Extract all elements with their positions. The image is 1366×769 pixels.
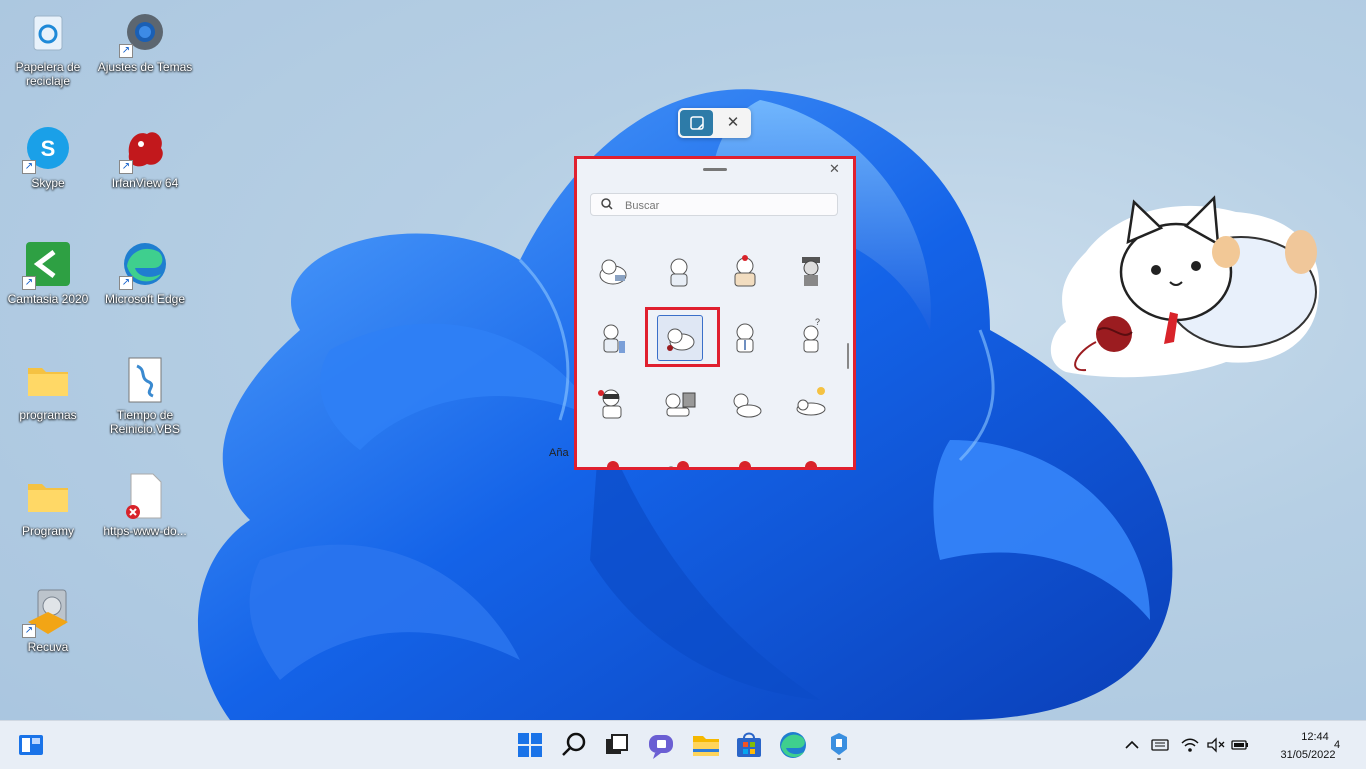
shortcut-arrow-icon: ↗ — [22, 160, 36, 174]
partial-label: Aña — [549, 447, 569, 459]
recycle-bin-icon — [24, 8, 72, 56]
svg-text:?: ? — [815, 317, 820, 327]
desktop-icon-label: Recuva — [27, 640, 69, 654]
edge-icon — [780, 732, 806, 758]
chat-icon — [649, 735, 673, 759]
chat-button[interactable] — [645, 729, 677, 761]
svg-text:S: S — [41, 136, 56, 161]
gear-icon: ↗ — [119, 8, 169, 58]
store-icon — [737, 732, 761, 757]
desktop-icon-recycle-bin[interactable]: Papelera de reciclaje — [0, 8, 96, 88]
desktop-icon-theme-settings[interactable]: ↗ Ajustes de Temas — [97, 8, 193, 74]
desktop-icon-label: Skype — [31, 176, 65, 190]
desktop-icon-broken-file[interactable]: https-www-do... — [97, 472, 193, 538]
task-view-icon — [606, 734, 628, 754]
taskbar: 12:44 31/05/2022 4 — [0, 720, 1366, 769]
desktop-icon-irfanview[interactable]: ↗ IrfanView 64 — [97, 124, 193, 190]
file-explorer-button[interactable] — [690, 729, 722, 761]
taskbar-search-button[interactable] — [558, 729, 590, 761]
folder-icon — [24, 472, 72, 520]
skype-icon: S ↗ — [22, 124, 72, 174]
folder-icon — [24, 356, 72, 404]
sticker-item[interactable] — [789, 447, 833, 467]
picker-close-button[interactable]: ✕ — [829, 161, 840, 177]
sticker-app-button[interactable] — [823, 729, 855, 761]
broken-file-icon — [121, 472, 169, 520]
camtasia-icon: ↗ — [22, 240, 72, 290]
shortcut-arrow-icon: ↗ — [22, 276, 36, 290]
sticker-item[interactable] — [789, 381, 833, 425]
file-explorer-icon — [693, 736, 719, 756]
task-view-button[interactable] — [601, 729, 633, 761]
desktop-icon-label: Papelera de reciclaje — [15, 60, 81, 88]
sticker-search-box[interactable] — [590, 193, 838, 216]
desktop-icon-label: IrfanView 64 — [111, 176, 179, 190]
cat-sticker-image[interactable] — [1046, 192, 1326, 382]
search-icon — [601, 198, 613, 210]
desktop-icon-label: Ajustes de Temas — [97, 60, 193, 74]
desktop-icon-edge[interactable]: ↗ Microsoft Edge — [97, 240, 193, 306]
sticker-item[interactable] — [657, 381, 701, 425]
sticker-item[interactable] — [723, 249, 767, 293]
wifi-icon[interactable] — [1180, 736, 1200, 754]
desktop-icon-label: Programy — [21, 524, 74, 538]
sticker-button[interactable] — [680, 110, 713, 136]
recuva-icon: ↗ — [22, 588, 72, 638]
sticker-toolbar-close-button[interactable]: ✕ — [719, 112, 747, 134]
sticker-item[interactable] — [591, 447, 635, 467]
edge-taskbar-button[interactable] — [777, 729, 809, 761]
desktop-icon-programas[interactable]: programas — [0, 356, 96, 422]
desktop-icon-vbs-script[interactable]: Tiempo de Reinicio.VBS — [97, 356, 193, 436]
store-button[interactable] — [733, 729, 765, 761]
sticker-item[interactable]: ? — [789, 315, 833, 359]
drag-handle[interactable] — [703, 168, 727, 171]
battery-icon[interactable] — [1230, 736, 1250, 754]
clock-date[interactable]: 31/05/2022 — [1258, 749, 1358, 761]
desktop-icon-camtasia[interactable]: ↗ Camtasia 2020 — [0, 240, 96, 306]
widgets-button[interactable] — [15, 729, 47, 761]
sticker-toolbar: ✕ — [678, 108, 751, 138]
shortcut-arrow-icon: ↗ — [119, 276, 133, 290]
sticker-item[interactable] — [657, 447, 701, 467]
picker-scrollbar[interactable] — [847, 343, 849, 369]
keyboard-icon[interactable] — [1150, 736, 1170, 754]
desktop-icon-skype[interactable]: S ↗ Skype — [0, 124, 96, 190]
vbs-script-icon — [121, 356, 169, 404]
shortcut-arrow-icon: ↗ — [119, 160, 133, 174]
search-icon — [562, 732, 586, 756]
desktop-icon-label: Microsoft Edge — [104, 292, 186, 306]
sticker-item[interactable] — [591, 249, 635, 293]
irfanview-icon: ↗ — [119, 124, 169, 174]
desktop-icon-label: Camtasia 2020 — [7, 292, 89, 306]
sticker-item[interactable] — [657, 249, 701, 293]
desktop-icon-label: https-www-do... — [103, 524, 187, 538]
shortcut-arrow-icon: ↗ — [119, 44, 133, 58]
desktop-icon-label: programas — [19, 408, 77, 422]
desktop-icon-programy[interactable]: Programy — [0, 472, 96, 538]
sticker-item[interactable] — [723, 381, 767, 425]
sticker-item[interactable] — [723, 315, 767, 359]
notification-count-badge[interactable]: 4 — [1334, 739, 1340, 751]
sticker-item[interactable] — [723, 447, 767, 467]
desktop-icon-label: Tiempo de Reinicio.VBS — [109, 408, 181, 436]
sticker-edit-icon — [690, 116, 704, 130]
sticker-item[interactable] — [789, 249, 833, 293]
start-button[interactable] — [514, 729, 546, 761]
tray-overflow-chevron-icon[interactable] — [1122, 736, 1142, 754]
volume-muted-icon[interactable] — [1205, 736, 1225, 754]
shortcut-arrow-icon: ↗ — [22, 624, 36, 638]
sticker-item[interactable] — [591, 381, 635, 425]
sticker-app-icon — [831, 733, 847, 760]
sticker-item[interactable] — [591, 315, 635, 359]
edge-icon: ↗ — [119, 240, 169, 290]
widgets-icon — [19, 735, 43, 755]
sticker-search-input[interactable] — [623, 196, 827, 215]
desktop-icon-recuva[interactable]: ↗ Recuva — [0, 588, 96, 654]
annotation-highlight-sticker — [645, 307, 720, 367]
start-icon — [518, 733, 542, 757]
